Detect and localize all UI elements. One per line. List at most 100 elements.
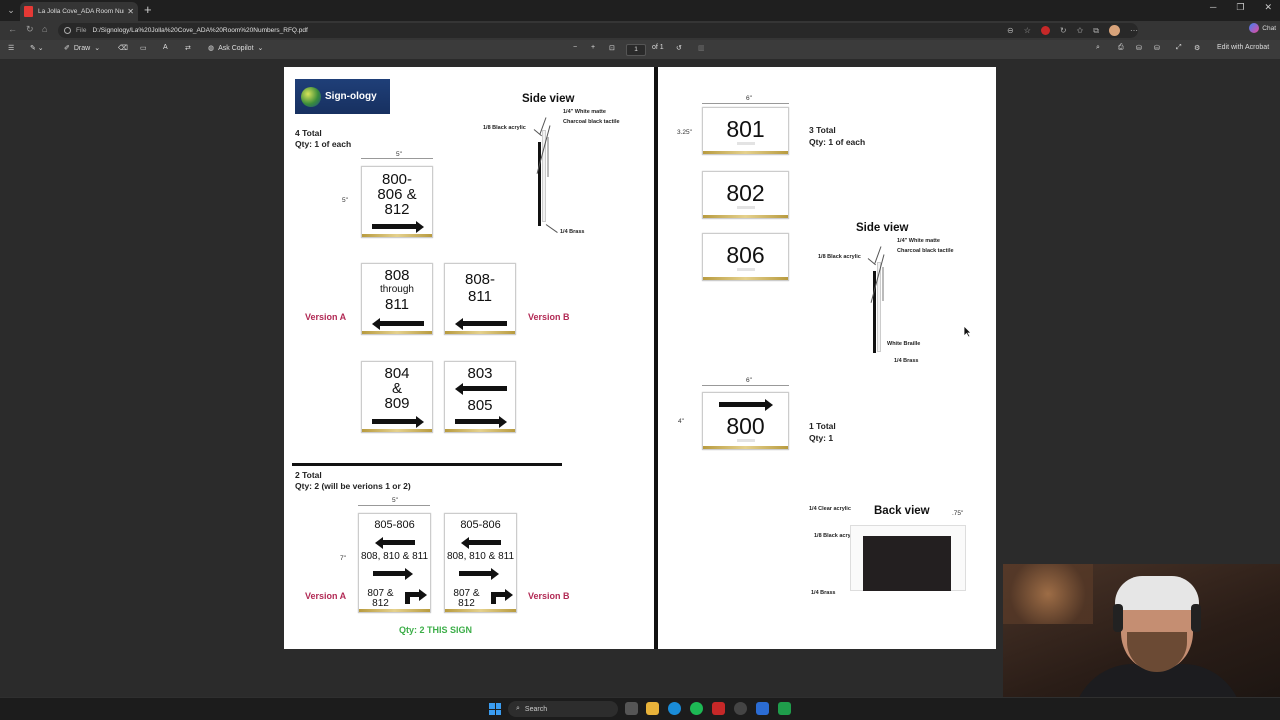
ask-copilot-label: Ask Copilot	[218, 44, 254, 52]
windows-taskbar: ⌕ Search	[0, 697, 1280, 720]
text-box-icon[interactable]: ▭	[140, 44, 147, 52]
translate-icon[interactable]: ⇄	[185, 44, 191, 52]
side-view-title: Side view	[522, 93, 575, 105]
close-icon[interactable]: ✕	[127, 7, 134, 16]
edge-browser-icon[interactable]	[668, 702, 681, 715]
dim-line	[702, 385, 789, 386]
word-icon[interactable]	[756, 702, 769, 715]
draw-button[interactable]: ✐ Draw ⌄	[64, 44, 100, 53]
ask-copilot-button[interactable]: ◍ Ask Copilot ⌄	[208, 44, 263, 53]
back-view-depth: .75"	[952, 510, 964, 517]
tab-search-icon[interactable]: ⌄	[4, 3, 18, 17]
task-view-icon[interactable]	[625, 702, 638, 715]
edit-with-acrobat-button[interactable]: Edit with Acrobat	[1217, 44, 1269, 51]
bv-clear-acrylic: 1/4 Clear acrylic	[809, 506, 851, 512]
signology-logo: Sign-ology	[295, 79, 390, 114]
sign-800: 800	[702, 392, 789, 450]
arrow-right-icon	[372, 415, 424, 428]
print-icon[interactable]: ⎙	[1118, 44, 1124, 52]
arrow-left-icon	[375, 536, 415, 549]
taskbar-search[interactable]: ⌕ Search	[508, 701, 618, 717]
read-aloud-icon[interactable]: A	[163, 44, 168, 51]
refresh-page-icon[interactable]: ↻	[1060, 26, 1067, 35]
pdf-favicon-icon	[24, 6, 33, 17]
extension-icon[interactable]	[1040, 26, 1050, 35]
arrow-right-icon	[372, 220, 424, 233]
window-close-icon[interactable]: ✕	[1264, 2, 1272, 13]
favorites-icon[interactable]: ✩	[1077, 26, 1084, 35]
address-bar: ← ↻ ⌂ File D:/Signology/La%20Jolla%20Cov…	[0, 21, 1280, 40]
dim-line	[361, 158, 433, 159]
side-tactile-layer	[547, 137, 549, 177]
braille-strip	[736, 268, 755, 271]
collections-icon[interactable]: ⧉	[1093, 26, 1099, 36]
windows-start-icon[interactable]	[489, 703, 501, 715]
obs-icon[interactable]	[734, 702, 747, 715]
url-field[interactable]: File D:/Signology/La%20Jolla%20Cove_ADA%…	[58, 23, 1138, 38]
find-icon[interactable]: ⌕	[1096, 44, 1100, 52]
eraser-icon[interactable]: ⌫	[118, 44, 128, 52]
draw-label: Draw	[73, 44, 91, 52]
highlight-icon[interactable]: ✎ ⌄	[30, 44, 44, 52]
fit-page-icon[interactable]: ⊡	[609, 44, 615, 52]
sign-line-1: 808	[384, 267, 410, 284]
tab-active-pdf[interactable]: La Jolla Cove_ADA Room Numbers_RFQ.pdf ✕	[20, 2, 138, 21]
qty-this-sign: Qty: 2 THIS SIGN	[399, 625, 473, 635]
settings-gear-icon[interactable]: ⚙	[1194, 44, 1200, 52]
spotify-icon[interactable]	[690, 702, 703, 715]
rotate-icon[interactable]: ↺	[676, 44, 682, 52]
fullscreen-icon[interactable]: ⤢	[1176, 44, 1182, 52]
side-view-title-right: Side view	[856, 222, 909, 234]
new-tab-icon[interactable]: +	[144, 2, 152, 17]
favorite-star-icon[interactable]: ☆	[1024, 26, 1031, 35]
dir-808-810-811: 808, 810 & 811	[360, 551, 429, 562]
headset-icon	[1113, 604, 1123, 632]
save-as-icon[interactable]: ⛁	[1154, 44, 1160, 52]
home-icon[interactable]: ⌂	[42, 24, 47, 34]
sign-line-2: 806 &	[377, 186, 417, 203]
sign-line-3: 809	[384, 395, 410, 412]
group1-total: 4 Total	[295, 128, 322, 138]
dim-width-5: 5"	[396, 151, 402, 158]
braille-strip	[736, 206, 755, 209]
back-view-title: Back view	[874, 505, 930, 517]
pdf-page: Sign-ology 4 Total Qty: 1 of each 5" 5" …	[284, 67, 996, 649]
url-scheme: File	[76, 27, 87, 34]
sign-line-2: through	[380, 284, 414, 295]
profile-avatar[interactable]	[1109, 25, 1120, 36]
sign-806: 806	[702, 233, 789, 281]
app-icon[interactable]	[712, 702, 725, 715]
zoom-icon[interactable]: ⊖	[1007, 26, 1014, 35]
excel-icon[interactable]	[778, 702, 791, 715]
page-divider	[654, 67, 658, 649]
dim-line	[702, 103, 789, 104]
refresh-icon[interactable]: ↻	[26, 24, 34, 35]
file-explorer-icon[interactable]	[646, 702, 659, 715]
page-input[interactable]: 1	[626, 44, 646, 56]
zoom-in-icon[interactable]: +	[591, 44, 595, 51]
contents-icon[interactable]: ☰	[8, 44, 14, 52]
save-icon[interactable]: ⛁	[1136, 44, 1142, 52]
minimize-icon[interactable]: ─	[1210, 2, 1216, 13]
info-icon[interactable]	[64, 27, 71, 34]
back-icon[interactable]: ←	[8, 24, 17, 34]
zoom-out-icon[interactable]: −	[573, 44, 577, 51]
sign-line-1: 808-	[464, 271, 496, 288]
restore-icon[interactable]: ❐	[1236, 2, 1244, 13]
dim-width-5b: 5"	[392, 497, 398, 504]
page-number-field[interactable]: 1	[626, 44, 646, 56]
page-view-icon[interactable]: ▥	[698, 44, 705, 52]
arrow-left-icon	[461, 536, 501, 549]
chat-label: Chat	[1262, 24, 1276, 32]
group3-qty: Qty: 1 of each	[809, 137, 866, 147]
sign-line-1: 804	[384, 365, 410, 382]
group4-total: 1 Total	[809, 421, 836, 431]
sign-808-811-a: 808 through 811	[361, 263, 433, 335]
group1-qty: Qty: 1 of each	[295, 139, 352, 149]
copilot-chat-button[interactable]: Chat	[1249, 23, 1276, 33]
sign-802-number: 802	[726, 180, 765, 206]
sign-directional-a: 805-806 808, 810 & 811 807 & 812	[358, 513, 431, 613]
leader-line	[545, 224, 558, 233]
more-icon[interactable]: ⋯	[1130, 26, 1138, 35]
group2-qty: Qty: 2 (will be verions 1 or 2)	[295, 481, 411, 491]
